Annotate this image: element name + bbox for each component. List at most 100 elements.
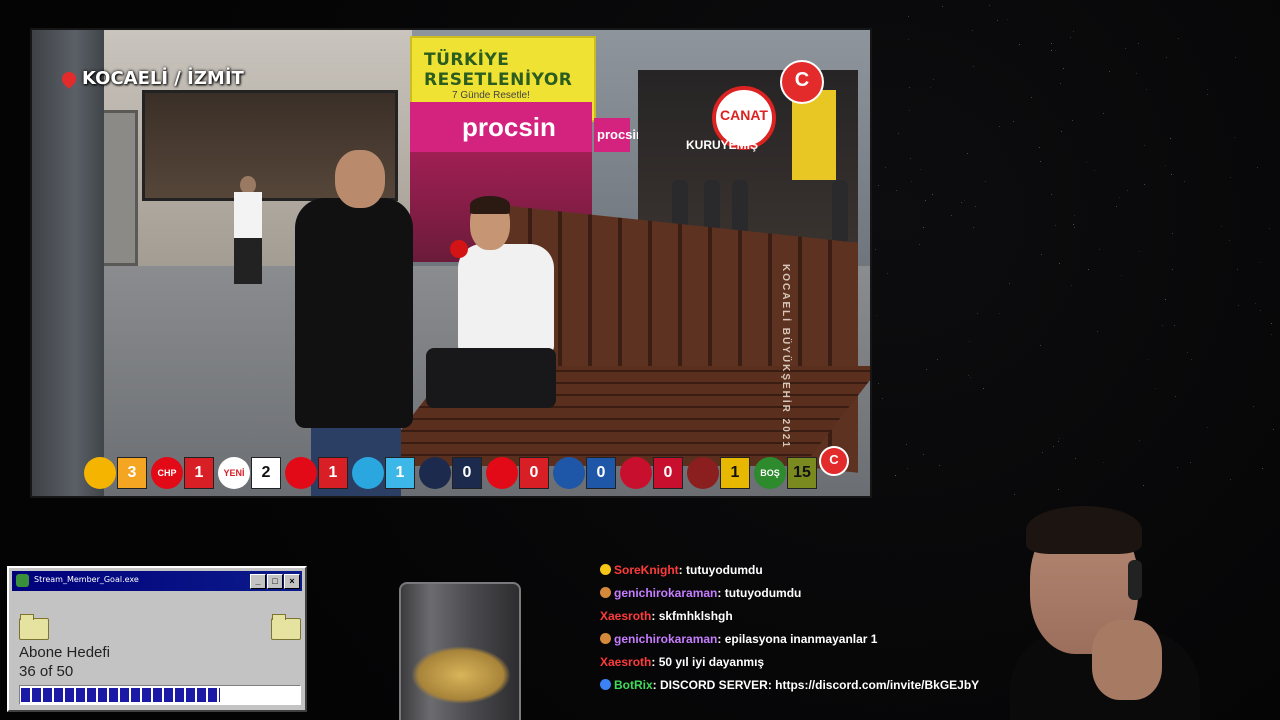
star-speck bbox=[1237, 269, 1239, 271]
chat-username[interactable]: BotRix bbox=[614, 678, 653, 692]
star-speck bbox=[877, 184, 879, 186]
close-button[interactable]: × bbox=[284, 574, 300, 589]
star-speck bbox=[1176, 467, 1178, 469]
star-speck bbox=[1271, 334, 1273, 336]
star-speck bbox=[1074, 458, 1076, 460]
glass-decoration bbox=[411, 646, 511, 704]
star-speck bbox=[1030, 96, 1032, 98]
star-speck bbox=[1102, 112, 1104, 114]
star-speck bbox=[1257, 167, 1259, 169]
subscriber-goal-window[interactable]: Stream_Member_Goal.exe _ □ × Abone Hedef… bbox=[7, 566, 307, 712]
star-speck bbox=[1184, 180, 1186, 182]
chat-colon: : bbox=[717, 586, 725, 600]
chat-username[interactable]: Xaesroth bbox=[600, 609, 651, 623]
star-speck bbox=[931, 193, 933, 195]
dsp-logo bbox=[553, 457, 585, 489]
star-speck bbox=[1164, 164, 1166, 166]
poll-party: 0 bbox=[419, 457, 482, 489]
chat-text: tutuyodumdu bbox=[724, 586, 802, 600]
star-speck bbox=[1169, 138, 1171, 140]
star-speck bbox=[920, 169, 922, 171]
a-parti-logo bbox=[419, 457, 451, 489]
star-speck bbox=[1120, 275, 1122, 277]
goal-window-title: Stream_Member_Goal.exe bbox=[34, 575, 139, 584]
star-speck bbox=[1259, 309, 1261, 311]
star-speck bbox=[998, 126, 1000, 128]
maximize-button[interactable]: □ bbox=[267, 574, 283, 589]
poll-count: 15 bbox=[787, 457, 817, 489]
star-speck bbox=[985, 181, 987, 183]
star-speck bbox=[1139, 250, 1141, 252]
star-speck bbox=[906, 444, 908, 446]
star-speck bbox=[1137, 43, 1139, 45]
star-speck bbox=[964, 200, 966, 202]
poll-party: 3 bbox=[84, 457, 147, 489]
chat-text: epilasyona inanmayanlar 1 bbox=[724, 632, 878, 646]
sign-yellow-subtitle: 7 Günde Resetle! bbox=[452, 90, 530, 101]
star-speck bbox=[878, 383, 880, 385]
star-speck bbox=[909, 110, 911, 112]
star-speck bbox=[961, 201, 963, 203]
star-speck bbox=[1155, 387, 1157, 389]
chat-panel: SoreKnight: tutuyodumdu genichirokaraman:… bbox=[600, 562, 1020, 700]
sign-kuruyemis: KURUYEMİŞ bbox=[686, 138, 759, 152]
chat-colon: : bbox=[651, 655, 659, 669]
channel-logo: C bbox=[780, 60, 824, 104]
star-speck bbox=[1059, 263, 1061, 265]
star-speck bbox=[1013, 493, 1015, 495]
poll-party: 0 bbox=[486, 457, 549, 489]
goal-window-titlebar[interactable]: Stream_Member_Goal.exe _ □ × bbox=[12, 571, 302, 591]
bg-walker bbox=[232, 176, 266, 284]
star-speck bbox=[1072, 31, 1074, 33]
streamer-webcam bbox=[1000, 500, 1200, 720]
poll-party: 1 bbox=[352, 457, 415, 489]
star-speck bbox=[1270, 322, 1272, 324]
star-speck bbox=[876, 314, 878, 316]
chat-username[interactable]: SoreKnight bbox=[614, 563, 679, 577]
goal-label: Abone Hedefi bbox=[19, 644, 110, 661]
star-speck bbox=[1109, 70, 1111, 72]
video-player[interactable]: TÜRKİYE RESETLENİYOR 7 Günde Resetle! pr… bbox=[30, 28, 872, 498]
star-speck bbox=[972, 30, 974, 32]
star-speck bbox=[1143, 183, 1145, 185]
yeni-parti-logo: YENİ bbox=[218, 457, 250, 489]
chat-message: Xaesroth: skfmhklshgh bbox=[600, 608, 1020, 624]
star-speck bbox=[1018, 43, 1020, 45]
star-speck bbox=[1187, 351, 1189, 353]
star-speck bbox=[1253, 406, 1255, 408]
minimize-button[interactable]: _ bbox=[250, 574, 266, 589]
sign-procsin-text: procsin bbox=[462, 112, 556, 142]
star-speck bbox=[967, 153, 969, 155]
star-speck bbox=[1060, 130, 1062, 132]
chat-message: BotRix: DISCORD SERVER: https://discord.… bbox=[600, 677, 1020, 693]
star-speck bbox=[941, 6, 943, 8]
star-speck bbox=[998, 312, 1000, 314]
location-text: KOCAELİ / İZMİT bbox=[82, 68, 244, 89]
star-speck bbox=[1055, 50, 1057, 52]
star-speck bbox=[1073, 214, 1075, 216]
star-speck bbox=[907, 15, 909, 17]
poll-count: 3 bbox=[117, 457, 147, 489]
star-speck bbox=[1057, 441, 1059, 443]
yeniden-refah-logo bbox=[486, 457, 518, 489]
star-speck bbox=[938, 465, 940, 467]
headset-icon bbox=[1128, 560, 1142, 600]
chat-username[interactable]: genichirokaraman bbox=[614, 632, 717, 646]
chat-text: skfmhklshgh bbox=[658, 609, 733, 623]
muhalefet-logo bbox=[687, 457, 719, 489]
chat-username[interactable]: Xaesroth bbox=[600, 655, 651, 669]
star-speck bbox=[1051, 42, 1053, 44]
chat-message: genichirokaraman: epilasyona inanmayanla… bbox=[600, 631, 1020, 647]
star-speck bbox=[1173, 325, 1175, 327]
channel-logo-small-text: C bbox=[829, 452, 839, 467]
chat-colon: : bbox=[678, 563, 687, 577]
chat-text: tutuyodumdu bbox=[686, 563, 763, 577]
star-speck bbox=[1258, 262, 1260, 264]
star-speck bbox=[1272, 429, 1274, 431]
star-speck bbox=[969, 340, 971, 342]
chat-username[interactable]: genichirokaraman bbox=[614, 586, 717, 600]
star-speck bbox=[910, 181, 912, 183]
poll-count: 1 bbox=[720, 457, 750, 489]
star-speck bbox=[1269, 227, 1271, 229]
star-speck bbox=[908, 39, 910, 41]
